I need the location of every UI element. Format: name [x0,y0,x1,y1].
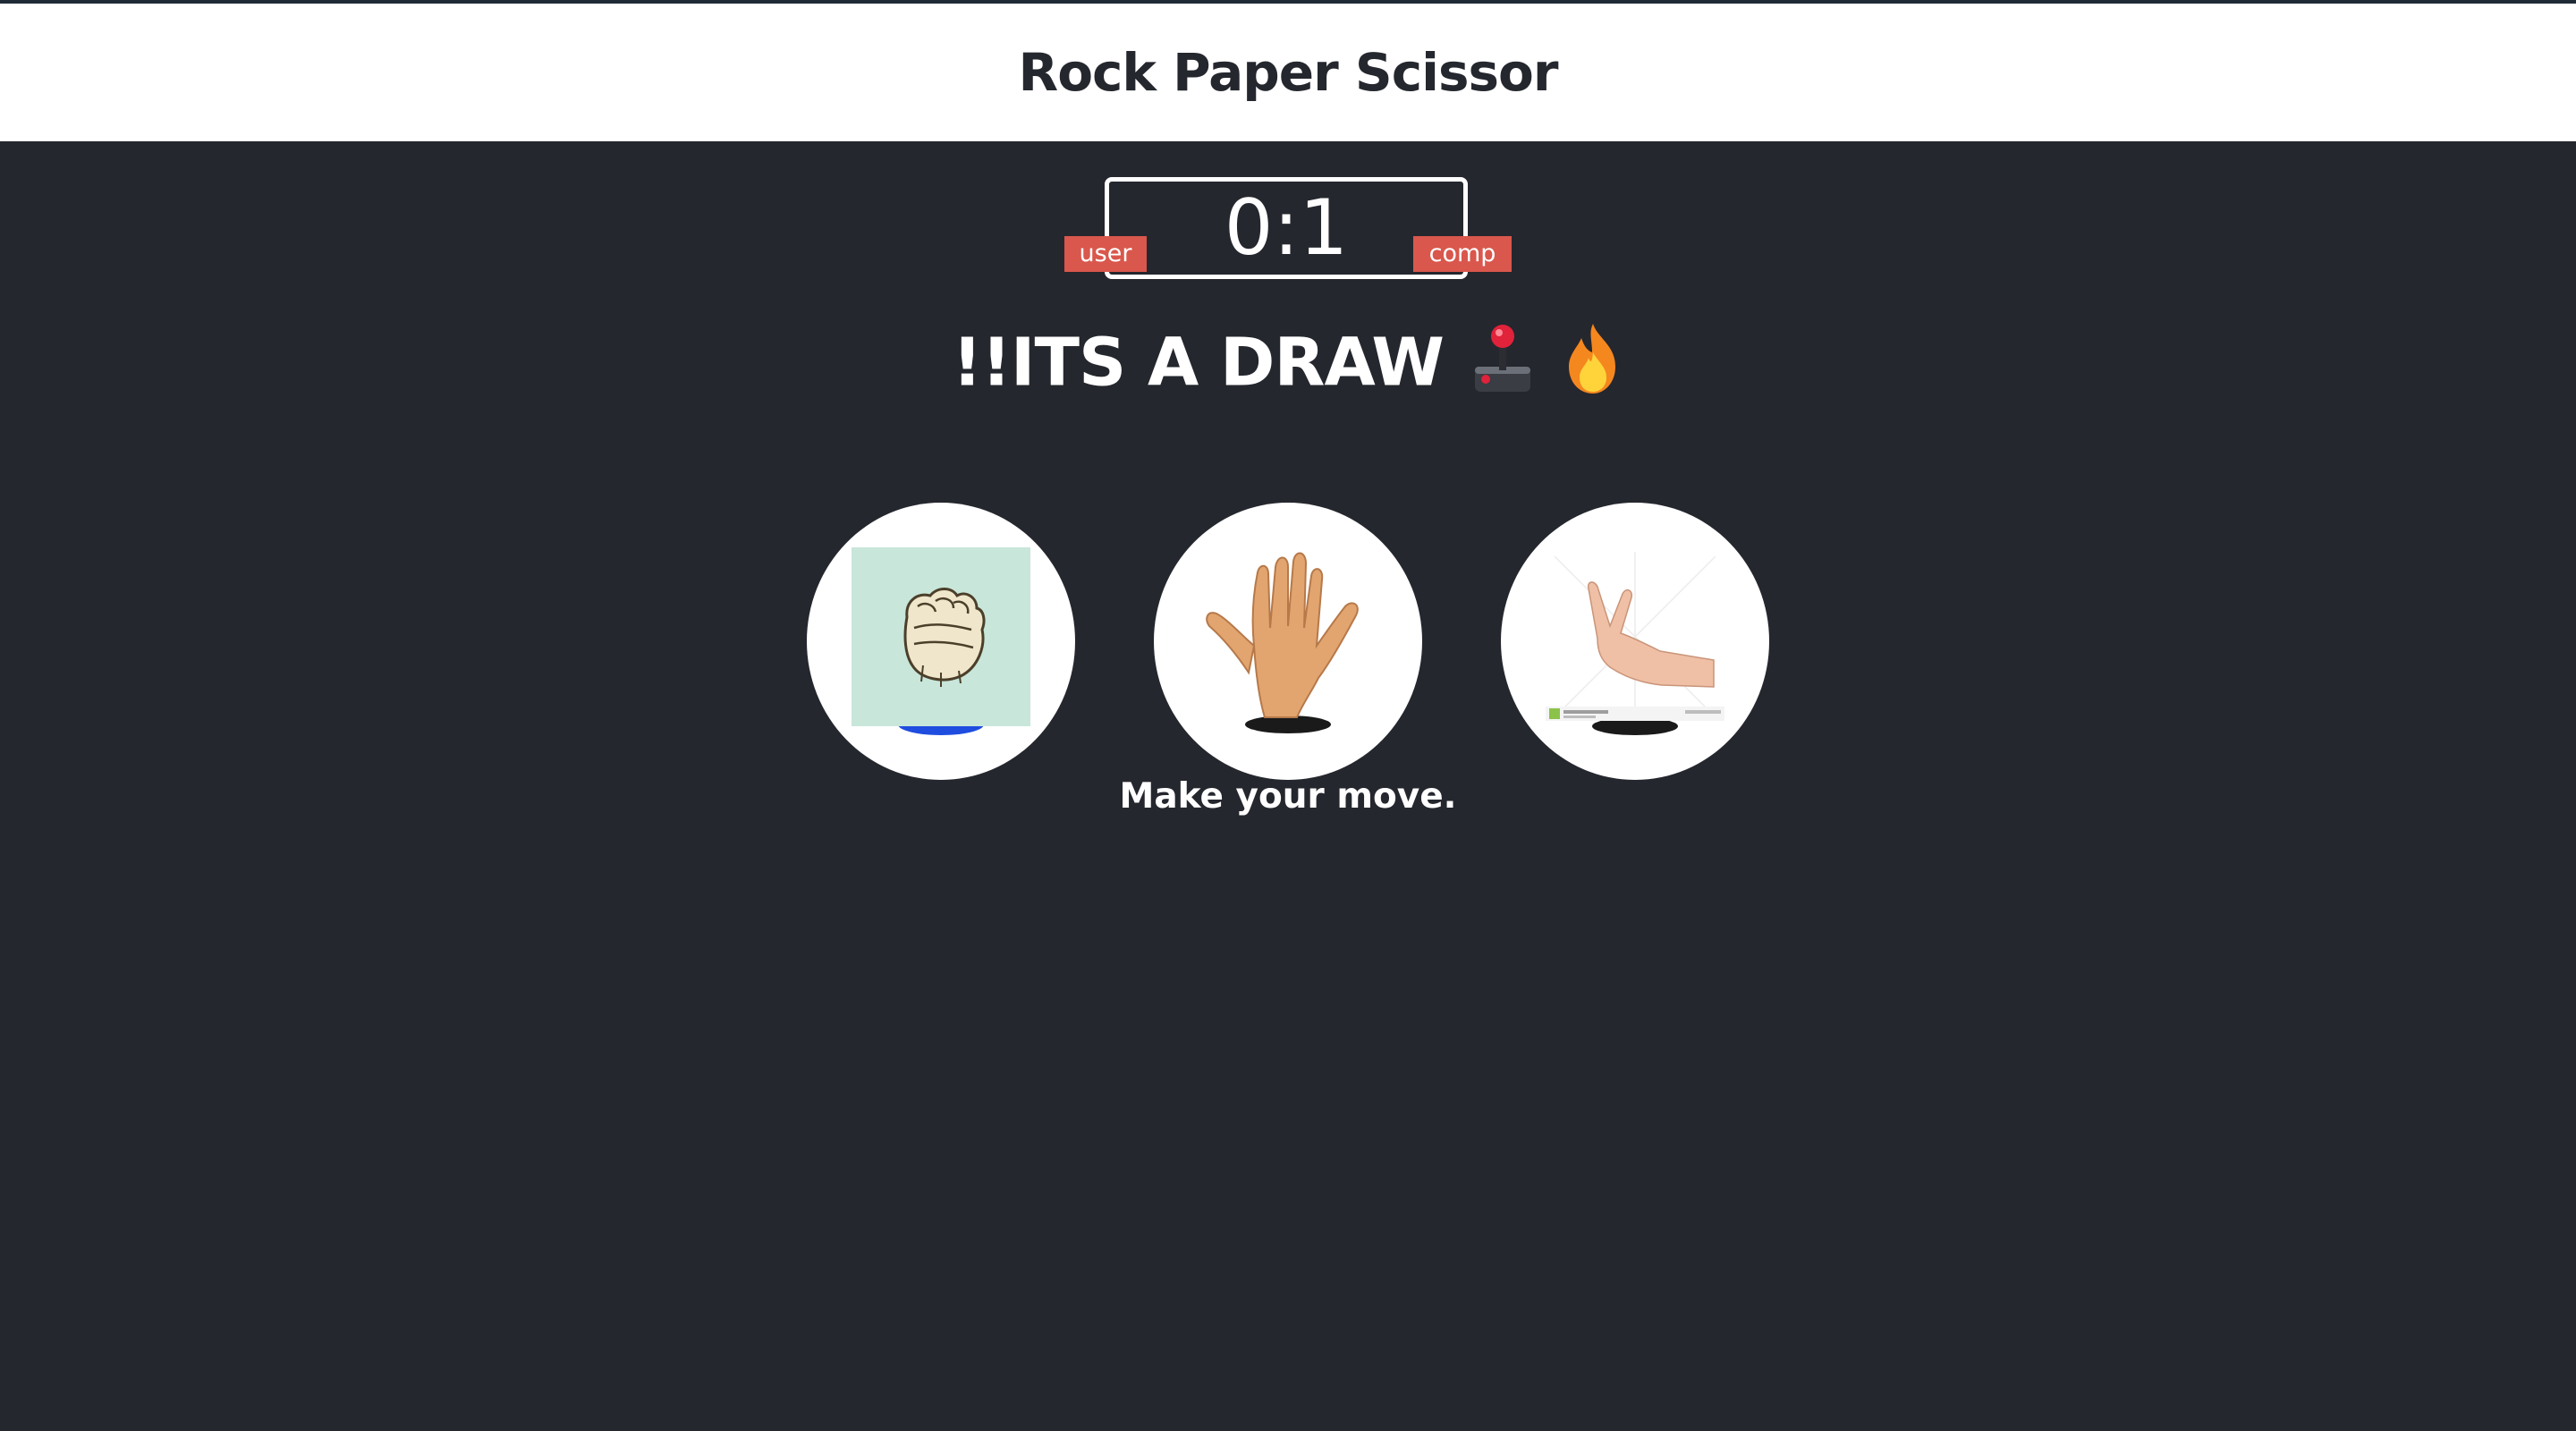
app-header: Rock Paper Scissor [0,4,2576,141]
paper-hand-icon [1206,552,1359,733]
result-message-container: !!ITS A DRAW [0,322,2576,411]
make-move-prompt: Make your move. [1119,776,1457,817]
rock-choice-button[interactable] [807,503,1075,780]
rock-fist-icon [852,547,1030,735]
score-value: 0:1 [1224,183,1349,273]
user-badge: user [1064,236,1147,272]
choices-row [0,503,2576,780]
result-message: !!ITS A DRAW [952,324,1445,402]
joystick-icon [1471,322,1534,411]
fire-icon [1562,322,1624,411]
scissor-hand-icon [1546,547,1724,735]
paper-choice-button[interactable] [1154,503,1422,780]
comp-badge: comp [1413,236,1512,272]
page-title: Rock Paper Scissor [1018,42,1559,103]
scissor-choice-button[interactable] [1501,503,1769,780]
game-page: Rock Paper Scissor 0:1 user comp !!ITS A… [0,0,2576,1431]
